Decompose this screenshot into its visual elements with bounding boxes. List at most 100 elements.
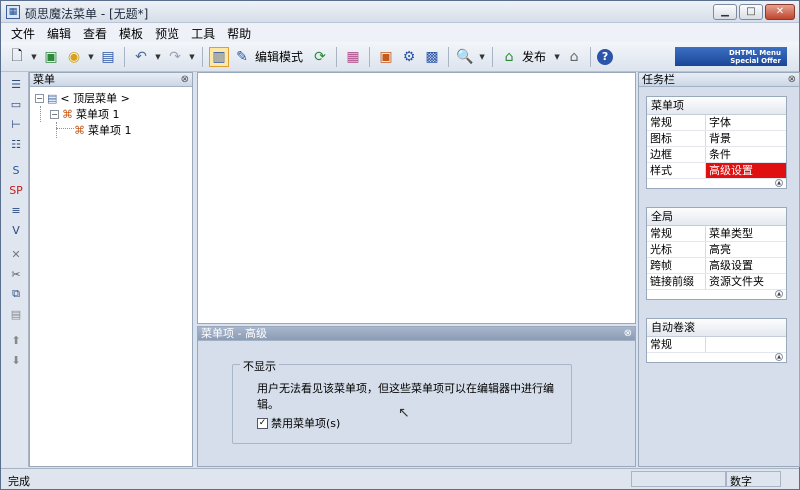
v-icon[interactable]: V xyxy=(8,222,24,238)
template-dropdown-icon[interactable]: ▼ xyxy=(87,53,95,61)
advanced-panel: 菜单项 - 高级 ⊗ 不显示 用户无法看见该菜单项，但这些菜单项可以在编辑器中进… xyxy=(197,326,636,467)
menu-edit[interactable]: 编辑 xyxy=(41,23,77,42)
disable-item-label: 禁用菜单项(s) xyxy=(271,417,341,430)
task-link[interactable]: 高级设置 xyxy=(706,258,786,273)
global-group: 全局 常规 菜单类型 光标 高亮 跨帧 高级设置 链接前缀 资源文件夹 ▲ xyxy=(646,207,787,300)
design-canvas[interactable] xyxy=(197,72,636,324)
window-title: 硕思魔法菜单 - [无题*] xyxy=(25,7,149,21)
delete-icon[interactable]: ✕ xyxy=(8,246,24,262)
task-link[interactable]: 跨帧 xyxy=(647,258,706,273)
root-menu-icon: ▤ xyxy=(47,91,58,105)
menu-file[interactable]: 文件 xyxy=(5,23,41,42)
collapse-group-icon[interactable]: ▲ xyxy=(775,290,783,298)
new-dropdown-icon[interactable]: ▼ xyxy=(30,53,38,61)
add-submenu-icon[interactable]: ▭ xyxy=(8,96,24,112)
help-icon[interactable]: ? xyxy=(597,48,614,65)
preview-icon[interactable]: 🔍 xyxy=(455,47,475,67)
menu-preview[interactable]: 预览 xyxy=(149,23,185,42)
close-button[interactable]: ✕ xyxy=(765,4,795,20)
menu-help[interactable]: 帮助 xyxy=(221,23,257,42)
maximize-button[interactable]: □ xyxy=(739,4,763,20)
publish-button[interactable]: 发布 xyxy=(522,48,546,65)
status-bar: 完成 数字 xyxy=(1,468,799,489)
task-link[interactable]: 常规 xyxy=(647,337,706,352)
site-icon[interactable]: ⌂ xyxy=(564,47,584,67)
checkbox-check-icon[interactable]: ✓ xyxy=(257,417,268,429)
publish-dropdown-icon[interactable]: ▼ xyxy=(553,53,561,61)
task-link[interactable]: 条件 xyxy=(706,147,786,162)
task-pane-title: 任务栏 xyxy=(642,73,675,86)
edit-mode-button[interactable]: 编辑模式 xyxy=(255,48,303,65)
template-icon[interactable]: ◉ xyxy=(64,47,84,67)
task-link[interactable] xyxy=(706,337,786,352)
import-icon[interactable]: ▣ xyxy=(376,47,396,67)
tree-item-1-child[interactable]: ⌘ 菜单项 1 xyxy=(74,122,132,138)
task-link[interactable]: 链接前缀 xyxy=(647,274,706,289)
task-link[interactable]: 光标 xyxy=(647,242,706,257)
left-icon-strip: ☰ ▭ ⊢ ☷ S SP ≡ V ✕ ✂ ⧉ ▤ ⬆ ⬇ xyxy=(1,72,29,467)
task-link-selected[interactable]: 高级设置 xyxy=(706,163,786,178)
grid-icon[interactable]: ▩ xyxy=(422,47,442,67)
group-title: 菜单项 xyxy=(647,97,786,115)
menu-bar: 文件 编辑 查看 模板 预览 工具 帮助 xyxy=(1,23,799,42)
task-link[interactable]: 高亮 xyxy=(706,242,786,257)
collapse-group-icon[interactable]: ▲ xyxy=(775,353,783,361)
properties-icon[interactable]: ▦ xyxy=(343,47,363,67)
redo-dropdown-icon[interactable]: ▼ xyxy=(188,53,196,61)
insert-separator-icon[interactable]: ≡ xyxy=(8,202,24,218)
add-menu-icon[interactable]: ☰ xyxy=(8,76,24,92)
new-file-icon[interactable]: 🗋 xyxy=(7,47,27,67)
task-link[interactable]: 字体 xyxy=(706,115,786,130)
cut-icon[interactable]: ✂ xyxy=(8,266,24,282)
hidden-group: 不显示 用户无法看见该菜单项，但这些菜单项可以在编辑器中进行编辑。 ✓ 禁用菜单… xyxy=(232,358,572,444)
preview-dropdown-icon[interactable]: ▼ xyxy=(478,53,486,61)
move-down-icon[interactable]: ⬇ xyxy=(8,352,24,368)
copy-icon[interactable]: ⧉ xyxy=(8,286,24,302)
open-icon[interactable]: ▣ xyxy=(41,47,61,67)
task-link[interactable]: 菜单类型 xyxy=(706,226,786,241)
task-link[interactable]: 样式 xyxy=(647,163,706,178)
publish-icon[interactable]: ⌂ xyxy=(499,47,519,67)
tree-item-1[interactable]: − ⌘ 菜单项 1 xyxy=(50,106,120,122)
collapse-icon[interactable]: − xyxy=(50,109,59,119)
disable-item-checkbox[interactable]: ✓ 禁用菜单项(s) xyxy=(257,415,340,431)
close-panel-icon[interactable]: ⊗ xyxy=(624,327,632,340)
add-item-icon[interactable]: ⊢ xyxy=(8,116,24,132)
edit-mode-icon[interactable]: ✎ xyxy=(232,47,252,67)
menu-tree-title: 菜单 xyxy=(33,73,55,86)
promo-banner[interactable]: DHTML Menu Special Offer xyxy=(675,47,787,66)
minimize-button[interactable]: ▁ xyxy=(713,4,737,20)
close-panel-icon[interactable]: ⊗ xyxy=(181,73,189,86)
menu-item-icon: ⌘ xyxy=(74,123,85,137)
task-pane: 任务栏 ⊗ 菜单项 常规 字体 图标 背景 边框 条件 样式 高级设置 ▲ 全局 常规菜… xyxy=(638,72,800,467)
task-link[interactable]: 边框 xyxy=(647,147,706,162)
save-icon[interactable]: ▤ xyxy=(98,47,118,67)
paste-icon[interactable]: ▤ xyxy=(8,306,24,322)
task-link[interactable]: 背景 xyxy=(706,131,786,146)
collapse-group-icon[interactable]: ▲ xyxy=(775,179,783,187)
num-lock-indicator: 数字 xyxy=(730,475,752,488)
refresh-icon[interactable]: ⟳ xyxy=(310,47,330,67)
menu-view[interactable]: 查看 xyxy=(77,23,113,42)
menu-item-group: 菜单项 常规 字体 图标 背景 边框 条件 样式 高级设置 ▲ xyxy=(646,96,787,189)
move-up-icon[interactable]: ⬆ xyxy=(8,332,24,348)
undo-icon[interactable]: ↶ xyxy=(131,47,151,67)
undo-dropdown-icon[interactable]: ▼ xyxy=(154,53,162,61)
sp-icon[interactable]: SP xyxy=(8,182,24,198)
layout-icon[interactable]: ▥ xyxy=(209,46,229,67)
menu-tools[interactable]: 工具 xyxy=(185,23,221,42)
task-link[interactable]: 图标 xyxy=(647,131,706,146)
task-link[interactable]: 资源文件夹 xyxy=(706,274,786,289)
hidden-group-title: 不显示 xyxy=(240,358,279,374)
menu-template[interactable]: 模板 xyxy=(113,23,149,42)
collapse-icon[interactable]: − xyxy=(35,93,44,103)
tree-root[interactable]: − ▤ < 顶层菜单 > xyxy=(35,90,130,106)
separator-icon[interactable]: S xyxy=(8,162,24,178)
close-panel-icon[interactable]: ⊗ xyxy=(788,73,796,86)
task-link[interactable]: 常规 xyxy=(647,226,706,241)
redo-icon[interactable]: ↷ xyxy=(165,47,185,67)
settings-icon[interactable]: ⚙ xyxy=(399,47,419,67)
auto-scroll-group: 自动卷滚 常规 ▲ xyxy=(646,318,787,363)
task-link[interactable]: 常规 xyxy=(647,115,706,130)
add-group-icon[interactable]: ☷ xyxy=(8,136,24,152)
